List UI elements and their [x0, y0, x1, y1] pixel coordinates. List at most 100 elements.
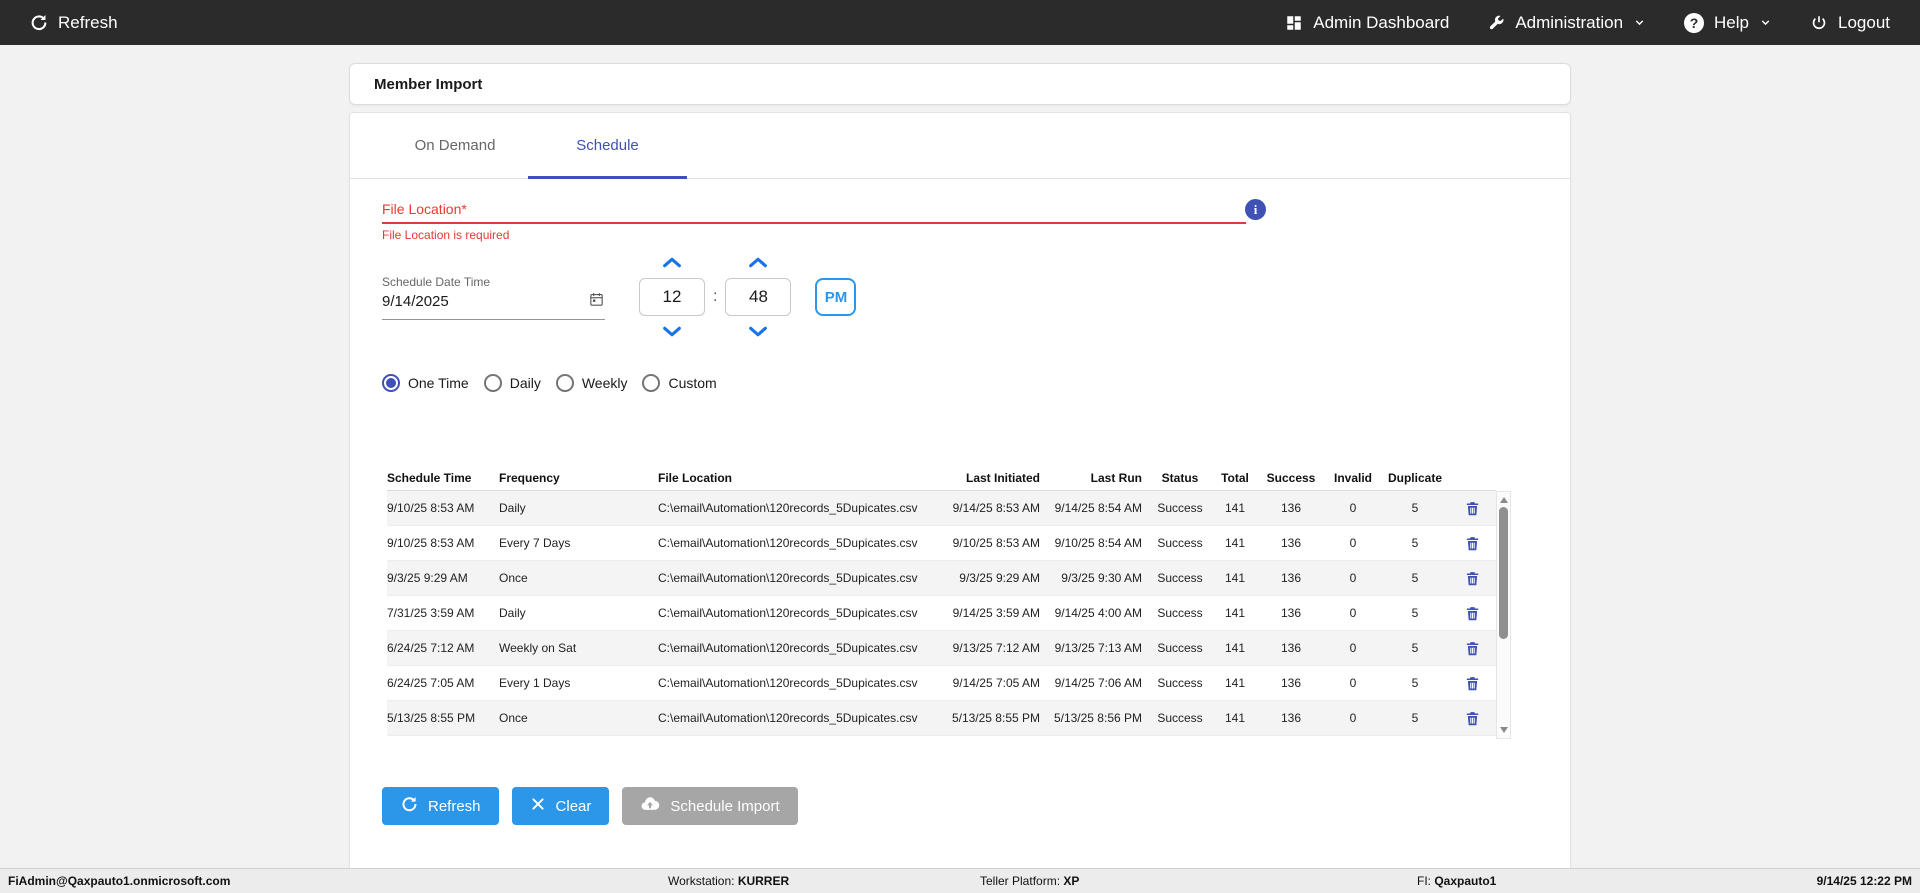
delete-row-button[interactable]	[1462, 568, 1483, 589]
cell-schedule-time: 5/13/25 8:55 PM	[387, 711, 499, 725]
radio-circle-icon	[642, 374, 660, 392]
clear-button[interactable]: Clear	[512, 787, 610, 825]
tab-schedule[interactable]: Schedule	[528, 113, 687, 178]
cell-total: 141	[1212, 641, 1258, 655]
schedule-date-label: Schedule Date Time	[382, 275, 605, 289]
status-workstation: Workstation: KURRER	[668, 869, 789, 893]
cell-frequency: Once	[499, 571, 658, 585]
cell-duplicate: 5	[1382, 676, 1448, 690]
cell-last-initiated: 5/13/25 8:55 PM	[934, 711, 1046, 725]
page-content: Member Import On Demand Schedule File Lo…	[349, 63, 1571, 869]
administration-label: Administration	[1515, 13, 1623, 33]
administration-menu[interactable]: Administration	[1487, 13, 1646, 33]
col-last-run: Last Run	[1046, 471, 1148, 485]
admin-dashboard-button[interactable]: Admin Dashboard	[1285, 13, 1449, 33]
status-teller-value: XP	[1063, 874, 1079, 888]
cell-invalid: 0	[1324, 641, 1382, 655]
info-icon[interactable]: i	[1245, 199, 1266, 220]
scrollbar-thumb[interactable]	[1499, 507, 1508, 639]
help-menu[interactable]: ? Help	[1684, 13, 1772, 33]
delete-row-button[interactable]	[1462, 533, 1483, 554]
meridiem-toggle-button[interactable]: PM	[815, 278, 856, 316]
schedule-import-button[interactable]: Schedule Import	[622, 787, 797, 825]
hour-down-button[interactable]	[657, 324, 687, 340]
status-user: FiAdmin@Qaxpauto1.onmicrosoft.com	[8, 869, 230, 893]
delete-row-button[interactable]	[1462, 603, 1483, 624]
cell-invalid: 0	[1324, 501, 1382, 515]
schedule-table: Schedule Time Frequency File Location La…	[387, 465, 1496, 739]
delete-row-button[interactable]	[1462, 708, 1483, 729]
cell-frequency: Daily	[499, 501, 658, 515]
logout-label: Logout	[1838, 13, 1890, 33]
refresh-button-label: Refresh	[428, 798, 481, 815]
radio-custom-label: Custom	[668, 375, 716, 391]
refresh-icon	[29, 13, 48, 32]
table-header-row: Schedule Time Frequency File Location La…	[387, 465, 1496, 491]
time-separator: :	[713, 288, 717, 306]
radio-weekly[interactable]: Weekly	[556, 374, 628, 392]
cell-last-initiated: 9/3/25 9:29 AM	[934, 571, 1046, 585]
cell-status: Success	[1148, 501, 1212, 515]
cell-total: 141	[1212, 606, 1258, 620]
recurrence-radio-group: One Time Daily Weekly Custom	[382, 374, 1538, 392]
cell-total: 141	[1212, 711, 1258, 725]
col-frequency: Frequency	[499, 471, 658, 485]
scroll-down-arrow-icon[interactable]	[1500, 727, 1508, 733]
cell-schedule-time: 7/31/25 3:59 AM	[387, 606, 499, 620]
hour-spinner: 12	[639, 254, 705, 340]
cell-file-location: C:\email\Automation\120records_5Dupicate…	[658, 571, 934, 585]
delete-row-button[interactable]	[1462, 638, 1483, 659]
cell-last-run: 9/14/25 8:54 AM	[1046, 501, 1148, 515]
hour-input[interactable]: 12	[639, 278, 705, 316]
topbar-refresh-button[interactable]: Refresh	[29, 13, 118, 33]
schedule-date-value[interactable]: 9/14/2025	[382, 293, 449, 310]
cell-success: 136	[1258, 536, 1324, 550]
cell-frequency: Every 1 Days	[499, 676, 658, 690]
logout-button[interactable]: Logout	[1810, 13, 1890, 33]
refresh-button[interactable]: Refresh	[382, 787, 499, 825]
file-location-label: File Location*	[382, 201, 1246, 217]
delete-row-button[interactable]	[1462, 673, 1483, 694]
schedule-table-area: Schedule Time Frequency File Location La…	[387, 465, 1538, 739]
minute-up-button[interactable]	[743, 254, 773, 270]
cell-invalid: 0	[1324, 606, 1382, 620]
schedule-date-field[interactable]: Schedule Date Time 9/14/2025	[382, 275, 605, 320]
topbar-refresh-label: Refresh	[58, 13, 118, 33]
cell-schedule-time: 6/24/25 7:12 AM	[387, 641, 499, 655]
topbar-right-group: Admin Dashboard Administration ? Help Lo…	[1285, 13, 1890, 33]
radio-custom[interactable]: Custom	[642, 374, 716, 392]
cell-file-location: C:\email\Automation\120records_5Dupicate…	[658, 536, 934, 550]
radio-one-time-label: One Time	[408, 375, 469, 391]
cell-last-initiated: 9/10/25 8:53 AM	[934, 536, 1046, 550]
chevron-down-icon	[1759, 16, 1772, 29]
cell-last-initiated: 9/14/25 8:53 AM	[934, 501, 1046, 515]
status-fi-value: Qaxpauto1	[1434, 874, 1496, 888]
cell-success: 136	[1258, 641, 1324, 655]
col-last-initiated: Last Initiated	[934, 471, 1046, 485]
file-location-error: File Location is required	[382, 228, 1246, 242]
file-location-field[interactable]: File Location* File Location is required…	[382, 201, 1246, 242]
col-status: Status	[1148, 471, 1212, 485]
cell-invalid: 0	[1324, 711, 1382, 725]
hour-up-button[interactable]	[657, 254, 687, 270]
cell-last-run: 9/14/25 4:00 AM	[1046, 606, 1148, 620]
tab-on-demand[interactable]: On Demand	[382, 113, 528, 178]
table-row: 6/24/25 7:05 AM Every 1 Days C:\email\Au…	[387, 666, 1496, 701]
calendar-icon[interactable]	[588, 291, 605, 313]
cell-status: Success	[1148, 536, 1212, 550]
cell-status: Success	[1148, 641, 1212, 655]
radio-one-time[interactable]: One Time	[382, 374, 469, 392]
cell-last-run: 5/13/25 8:56 PM	[1046, 711, 1148, 725]
col-schedule-time: Schedule Time	[387, 471, 499, 485]
radio-daily[interactable]: Daily	[484, 374, 541, 392]
table-scrollbar[interactable]	[1496, 491, 1511, 739]
minute-down-button[interactable]	[743, 324, 773, 340]
delete-row-button[interactable]	[1462, 498, 1483, 519]
cell-duplicate: 5	[1382, 641, 1448, 655]
cell-last-initiated: 9/14/25 7:05 AM	[934, 676, 1046, 690]
scroll-up-arrow-icon[interactable]	[1500, 497, 1508, 503]
cell-frequency: Once	[499, 711, 658, 725]
cell-last-initiated: 9/14/25 3:59 AM	[934, 606, 1046, 620]
minute-input[interactable]: 48	[725, 278, 791, 316]
cell-status: Success	[1148, 711, 1212, 725]
